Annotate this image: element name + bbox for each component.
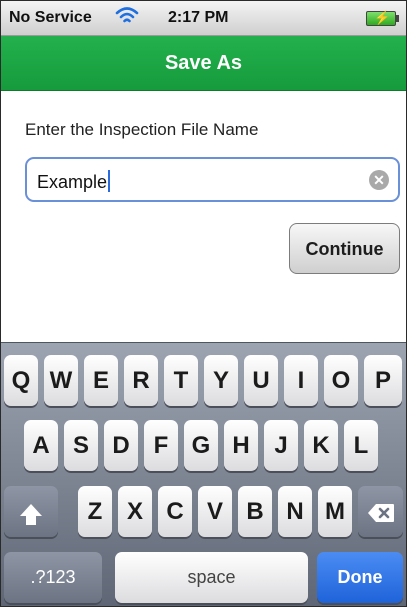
key-q[interactable]: Q	[4, 355, 38, 406]
key-v[interactable]: V	[198, 486, 232, 537]
page-title: Save As	[164, 52, 243, 74]
key-u[interactable]: U	[244, 355, 278, 406]
done-key[interactable]: Done	[317, 552, 403, 603]
key-e[interactable]: E	[84, 355, 118, 406]
continue-button[interactable]: Continue	[289, 223, 400, 274]
clear-icon[interactable]: ✕	[369, 170, 389, 190]
text-cursor	[108, 170, 111, 192]
wifi-icon	[115, 6, 139, 31]
key-m[interactable]: M	[318, 486, 352, 537]
carrier-label: No Service	[9, 9, 92, 26]
shift-icon	[20, 504, 42, 525]
key-j[interactable]: J	[264, 420, 298, 471]
key-k[interactable]: K	[304, 420, 338, 471]
navigation-bar: Save As	[1, 36, 406, 91]
key-z[interactable]: Z	[78, 486, 112, 537]
app-frame: No Service 2:17 PM ⚡ Save As Enter the I…	[0, 0, 407, 607]
key-h[interactable]: H	[224, 420, 258, 471]
key-t[interactable]: T	[164, 355, 198, 406]
numbers-key[interactable]: .?123	[4, 552, 102, 603]
filename-input[interactable]: Example ✕	[25, 157, 400, 202]
key-p[interactable]: P	[364, 355, 402, 406]
clock-time: 2:17 PM	[168, 9, 229, 26]
key-r[interactable]: R	[124, 355, 158, 406]
key-y[interactable]: Y	[204, 355, 238, 406]
space-key[interactable]: space	[115, 552, 308, 603]
key-o[interactable]: O	[324, 355, 358, 406]
key-g[interactable]: G	[184, 420, 218, 471]
shift-key[interactable]	[4, 486, 58, 537]
status-bar: No Service 2:17 PM ⚡	[1, 1, 406, 36]
backspace-icon	[367, 503, 395, 523]
on-screen-keyboard: Q W E R T Y U I O P A S D F G H J K L Z …	[1, 342, 406, 606]
filename-prompt-label: Enter the Inspection File Name	[25, 120, 259, 139]
key-a[interactable]: A	[24, 420, 58, 471]
battery-charging-icon: ⚡	[366, 10, 399, 26]
key-d[interactable]: D	[104, 420, 138, 471]
key-s[interactable]: S	[64, 420, 98, 471]
backspace-key[interactable]	[358, 486, 403, 537]
filename-input-value[interactable]: Example	[37, 170, 111, 193]
key-x[interactable]: X	[118, 486, 152, 537]
key-f[interactable]: F	[144, 420, 178, 471]
key-w[interactable]: W	[44, 355, 78, 406]
key-c[interactable]: C	[158, 486, 192, 537]
key-b[interactable]: B	[238, 486, 272, 537]
key-i[interactable]: I	[284, 355, 318, 406]
key-l[interactable]: L	[344, 420, 378, 471]
key-n[interactable]: N	[278, 486, 312, 537]
